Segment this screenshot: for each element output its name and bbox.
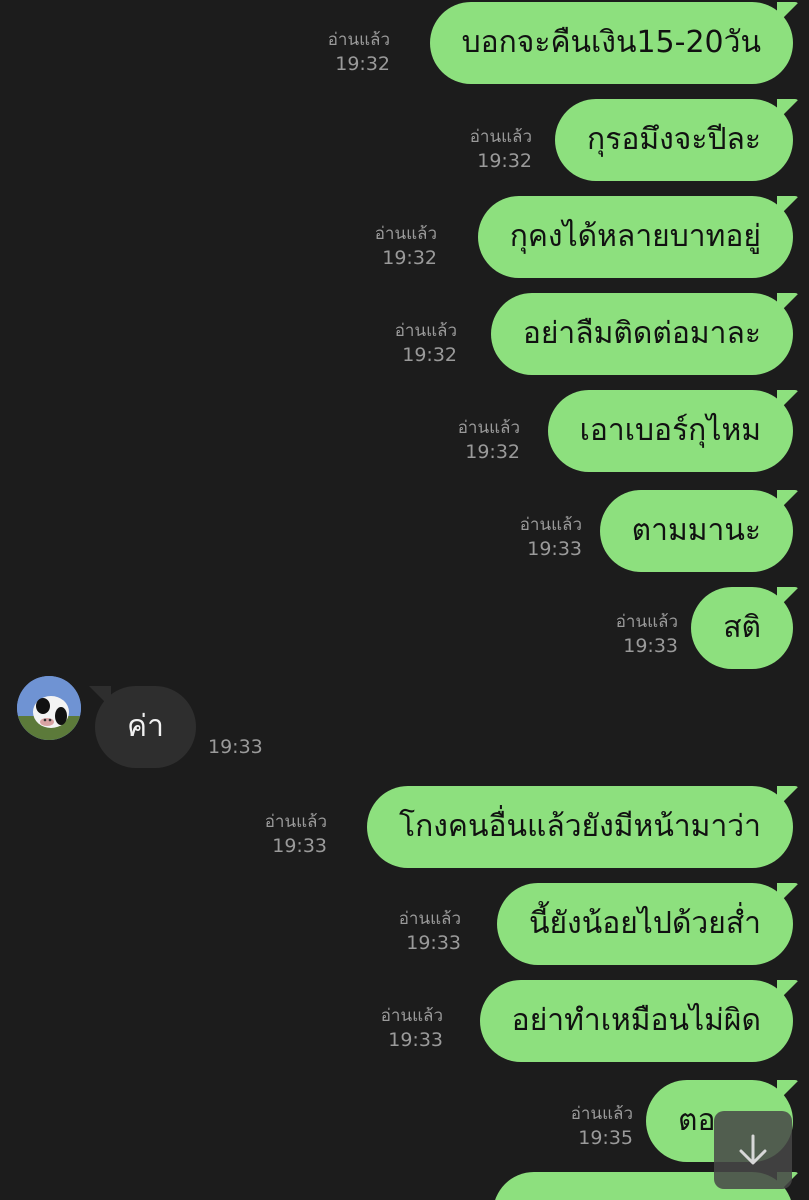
message-time: 19:33: [208, 736, 263, 758]
read-receipt: อ่านแล้ว: [398, 909, 461, 929]
outgoing-message[interactable]: บอกจะคืนเงิน15-20วัน: [429, 2, 793, 84]
outgoing-message[interactable]: โกงคนอื่นแล้วยังมีหน้ามาว่า: [366, 786, 793, 868]
message-time: 19:33: [388, 1029, 443, 1051]
read-receipt: อ่านแล้ว: [380, 1006, 443, 1026]
read-receipt: อ่านแล้ว: [519, 515, 582, 535]
message-time: 19:33: [272, 835, 327, 857]
read-receipt: อ่านแล้ว: [570, 1104, 633, 1124]
message-time: 19:35: [578, 1127, 633, 1149]
read-receipt: อ่านแล้ว: [264, 812, 327, 832]
message-meta: อ่านแล้ว 19:33: [333, 1004, 443, 1052]
outgoing-message[interactable]: อย่าทําเหมือนไม่ผิด: [479, 980, 793, 1062]
read-receipt: อ่านแล้ว: [457, 418, 520, 438]
read-receipt: อ่านแล้ว: [374, 224, 437, 244]
message-meta: อ่านแล้ว 19:32: [422, 125, 532, 173]
message-time: 19:32: [402, 344, 457, 366]
message-meta: อ่านแล้ว 19:32: [327, 222, 437, 270]
message-time: 19:33: [527, 538, 582, 560]
scroll-down-button[interactable]: [714, 1111, 792, 1189]
message-meta: อ่านแล้ว 19:33: [217, 810, 327, 858]
outgoing-message[interactable]: กุรอมึงจะปีละ: [555, 99, 793, 181]
read-receipt: อ่านแล้ว: [327, 30, 390, 50]
message-meta: อ่านแล้ว 19:33: [568, 610, 678, 658]
message-time: 19:32: [382, 247, 437, 269]
message-meta: อ่านแล้ว 19:33: [351, 907, 461, 955]
cow-avatar-icon: [17, 676, 81, 740]
outgoing-message[interactable]: สติ: [691, 587, 793, 669]
message-meta: อ่านแล้ว 19:32: [410, 416, 520, 464]
outgoing-message[interactable]: ตามมานะ: [599, 490, 793, 572]
message-meta: อ่านแล้ว 19:35: [523, 1102, 633, 1150]
message-meta: อ่านแล้ว 19:32: [347, 319, 457, 367]
read-receipt: อ่านแล้ว: [469, 127, 532, 147]
outgoing-message[interactable]: เอาเบอร์กุไหม: [547, 390, 793, 472]
message-time: 19:33: [406, 932, 461, 954]
read-receipt: อ่านแล้ว: [394, 321, 457, 341]
message-time: 19:32: [465, 441, 520, 463]
outgoing-message[interactable]: นี้ยังน้อยไปด้วยสํ่า: [496, 883, 793, 965]
message-meta: อ่านแล้ว 19:32: [280, 28, 390, 76]
contact-avatar[interactable]: [17, 676, 81, 740]
message-meta: อ่านแล้ว 19:33: [472, 513, 582, 561]
outgoing-message[interactable]: อย่าลืมติดต่อมาละ: [490, 293, 793, 375]
outgoing-message[interactable]: กุคงได้หลายบาทอยู่: [477, 196, 793, 278]
message-time: 19:33: [623, 635, 678, 657]
chat-view: อ่านแล้ว 19:32 บอกจะคืนเงิน15-20วัน อ่าน…: [0, 0, 809, 1200]
incoming-message[interactable]: ค่า: [95, 686, 196, 768]
message-time: 19:32: [477, 150, 532, 172]
message-time: 19:32: [335, 53, 390, 75]
arrow-down-icon: [739, 1134, 767, 1165]
read-receipt: อ่านแล้ว: [615, 612, 678, 632]
